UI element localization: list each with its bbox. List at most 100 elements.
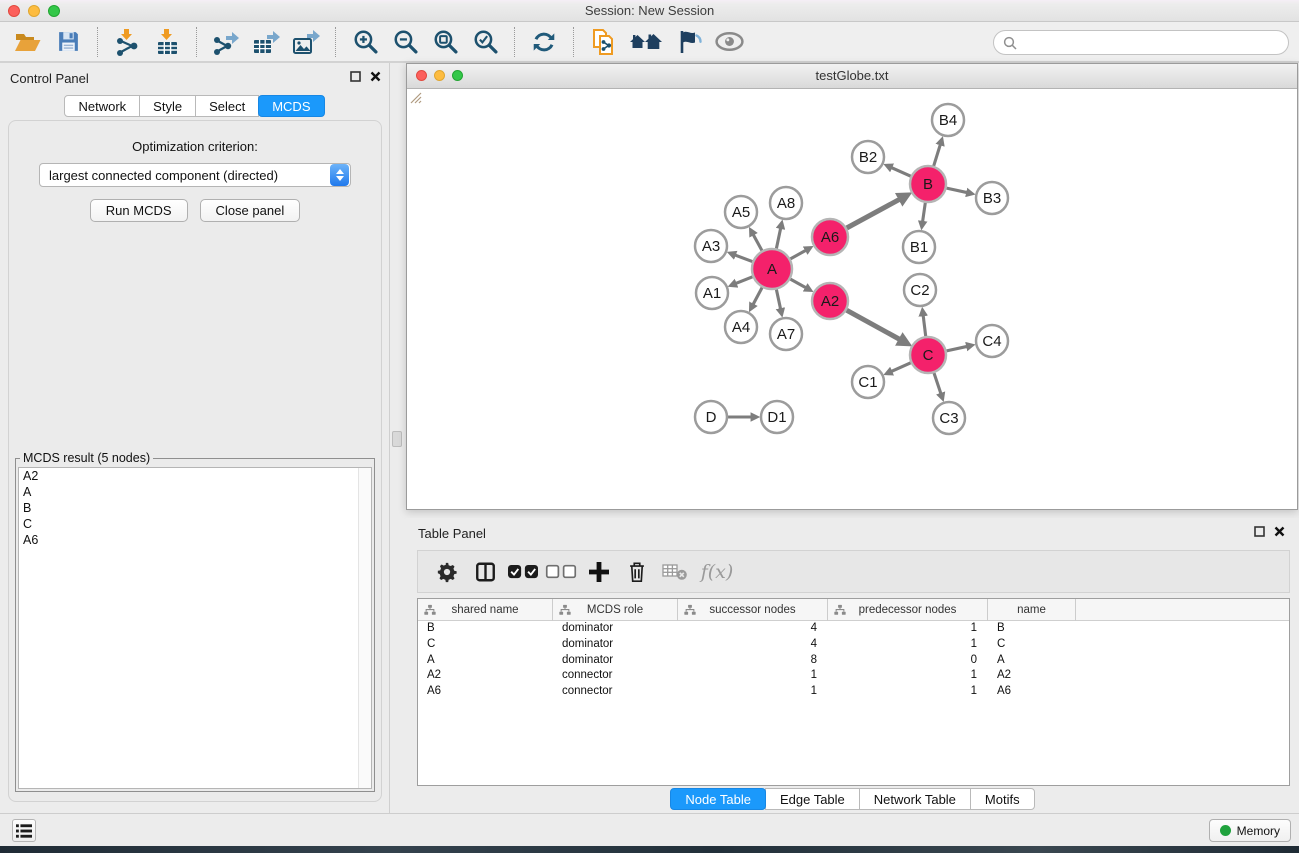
- export-image-button[interactable]: [288, 25, 324, 59]
- tab-style[interactable]: Style: [139, 95, 196, 117]
- network-window-titlebar[interactable]: testGlobe.txt: [407, 64, 1297, 89]
- add-row-button[interactable]: [580, 554, 618, 590]
- home-button[interactable]: [625, 25, 667, 59]
- cell-mcds-role[interactable]: dominator: [553, 653, 678, 669]
- mcds-result-item[interactable]: C: [19, 516, 371, 532]
- column-header-mcds-role[interactable]: MCDS role: [553, 599, 678, 621]
- graph-node-A5[interactable]: A5: [725, 196, 757, 228]
- graph-edge-A-A5[interactable]: [753, 234, 762, 251]
- float-panel-icon[interactable]: [1254, 526, 1265, 537]
- import-table-button[interactable]: [149, 25, 185, 59]
- graph-node-D1[interactable]: D1: [761, 401, 793, 433]
- graph-node-A1[interactable]: A1: [696, 277, 728, 309]
- splitter-grip[interactable]: [392, 431, 402, 447]
- delete-table-button[interactable]: [656, 554, 694, 590]
- zoom-out-button[interactable]: [387, 25, 423, 59]
- zoom-fit-button[interactable]: [427, 25, 463, 59]
- zoom-selected-button[interactable]: [467, 25, 503, 59]
- graph-edge-B-B3[interactable]: [947, 188, 968, 193]
- graph-node-B[interactable]: B: [910, 166, 946, 202]
- graph-node-A2[interactable]: A2: [812, 283, 848, 319]
- hide-panels-button[interactable]: [671, 25, 707, 59]
- search-box[interactable]: [993, 30, 1289, 55]
- delete-row-button[interactable]: [618, 554, 656, 590]
- cell-predecessor-nodes[interactable]: 0: [828, 653, 988, 669]
- cell-shared-name[interactable]: C: [418, 637, 553, 653]
- node-table[interactable]: shared nameMCDS rolesuccessor nodesprede…: [417, 598, 1290, 786]
- import-network-button[interactable]: [109, 25, 145, 59]
- graph-node-C4[interactable]: C4: [976, 325, 1008, 357]
- graph-edge-A-A1[interactable]: [735, 277, 752, 284]
- cell-predecessor-nodes[interactable]: 1: [828, 637, 988, 653]
- table-row[interactable]: A6connector11A6: [418, 684, 1289, 700]
- result-list-scrollbar[interactable]: [358, 468, 371, 788]
- optimization-criterion-dropdown[interactable]: largest connected component (directed): [39, 163, 351, 187]
- tab-network-table[interactable]: Network Table: [859, 788, 971, 810]
- memory-button[interactable]: Memory: [1209, 819, 1291, 842]
- tab-network[interactable]: Network: [64, 95, 140, 117]
- cell-predecessor-nodes[interactable]: 1: [828, 668, 988, 684]
- tab-mcds[interactable]: MCDS: [258, 95, 324, 117]
- table-row[interactable]: Bdominator41B: [418, 621, 1289, 637]
- zoom-in-button[interactable]: [347, 25, 383, 59]
- cell-predecessor-nodes[interactable]: 1: [828, 621, 988, 637]
- cell-name[interactable]: A2: [988, 668, 1076, 684]
- network-canvas[interactable]: B4B2BB3A8A5A6A3B1AC2A1A2A4A7C4CC1C3DD1: [407, 89, 1297, 509]
- cell-name[interactable]: A: [988, 653, 1076, 669]
- network-graph[interactable]: B4B2BB3A8A5A6A3B1AC2A1A2A4A7C4CC1C3DD1: [407, 89, 1297, 509]
- clone-network-button[interactable]: [585, 25, 621, 59]
- close-panel-icon[interactable]: [1274, 526, 1285, 537]
- graph-edge-B-B4[interactable]: [934, 144, 941, 166]
- column-header-predecessor-nodes[interactable]: predecessor nodes: [828, 599, 988, 621]
- cell-successor-nodes[interactable]: 4: [678, 621, 828, 637]
- close-panel-icon[interactable]: [370, 71, 381, 82]
- cell-successor-nodes[interactable]: 1: [678, 668, 828, 684]
- column-header-name[interactable]: name: [988, 599, 1076, 621]
- float-panel-icon[interactable]: [350, 71, 361, 82]
- mcds-result-item[interactable]: A2: [19, 468, 371, 484]
- graph-edge-B-B2[interactable]: [891, 167, 911, 176]
- graph-edge-B-B1[interactable]: [923, 203, 926, 223]
- graph-edge-C-C2[interactable]: [923, 315, 926, 336]
- cell-mcds-role[interactable]: connector: [553, 668, 678, 684]
- cell-shared-name[interactable]: A: [418, 653, 553, 669]
- column-header-successor-nodes[interactable]: successor nodes: [678, 599, 828, 621]
- table-row[interactable]: Cdominator41C: [418, 637, 1289, 653]
- cell-name[interactable]: A6: [988, 684, 1076, 700]
- save-session-button[interactable]: [50, 25, 86, 59]
- graph-edge-A-A8[interactable]: [776, 228, 780, 249]
- graph-node-A7[interactable]: A7: [770, 318, 802, 350]
- cell-predecessor-nodes[interactable]: 1: [828, 684, 988, 700]
- graph-edge-C-C1[interactable]: [891, 363, 911, 372]
- cell-successor-nodes[interactable]: 4: [678, 637, 828, 653]
- graph-node-C[interactable]: C: [910, 337, 946, 373]
- graph-edge-C-C4[interactable]: [947, 346, 968, 351]
- export-table-button[interactable]: [248, 25, 284, 59]
- cell-mcds-role[interactable]: dominator: [553, 621, 678, 637]
- show-columns-button[interactable]: [466, 554, 504, 590]
- graph-node-C1[interactable]: C1: [852, 366, 884, 398]
- mcds-result-item[interactable]: A6: [19, 532, 371, 548]
- graph-node-A8[interactable]: A8: [770, 187, 802, 219]
- cell-name[interactable]: B: [988, 621, 1076, 637]
- graph-node-A4[interactable]: A4: [725, 311, 757, 343]
- cell-shared-name[interactable]: A2: [418, 668, 553, 684]
- cell-name[interactable]: C: [988, 637, 1076, 653]
- graph-node-B2[interactable]: B2: [852, 141, 884, 173]
- graph-edge-A2-C[interactable]: [847, 310, 901, 340]
- table-options-button[interactable]: [428, 554, 466, 590]
- window-resize-grip[interactable]: [407, 89, 422, 104]
- graph-node-A6[interactable]: A6: [812, 219, 848, 255]
- graph-node-B3[interactable]: B3: [976, 182, 1008, 214]
- cell-mcds-role[interactable]: connector: [553, 684, 678, 700]
- graph-node-D[interactable]: D: [695, 401, 727, 433]
- tab-edge-table[interactable]: Edge Table: [765, 788, 860, 810]
- table-row[interactable]: A2connector11A2: [418, 668, 1289, 684]
- cell-shared-name[interactable]: A6: [418, 684, 553, 700]
- graph-edge-A-A4[interactable]: [753, 288, 762, 306]
- mcds-result-list[interactable]: A2ABCA6: [18, 467, 372, 789]
- cell-mcds-role[interactable]: dominator: [553, 637, 678, 653]
- cell-shared-name[interactable]: B: [418, 621, 553, 637]
- graph-edge-A-A2[interactable]: [790, 279, 806, 288]
- graph-edge-A-A6[interactable]: [790, 250, 806, 259]
